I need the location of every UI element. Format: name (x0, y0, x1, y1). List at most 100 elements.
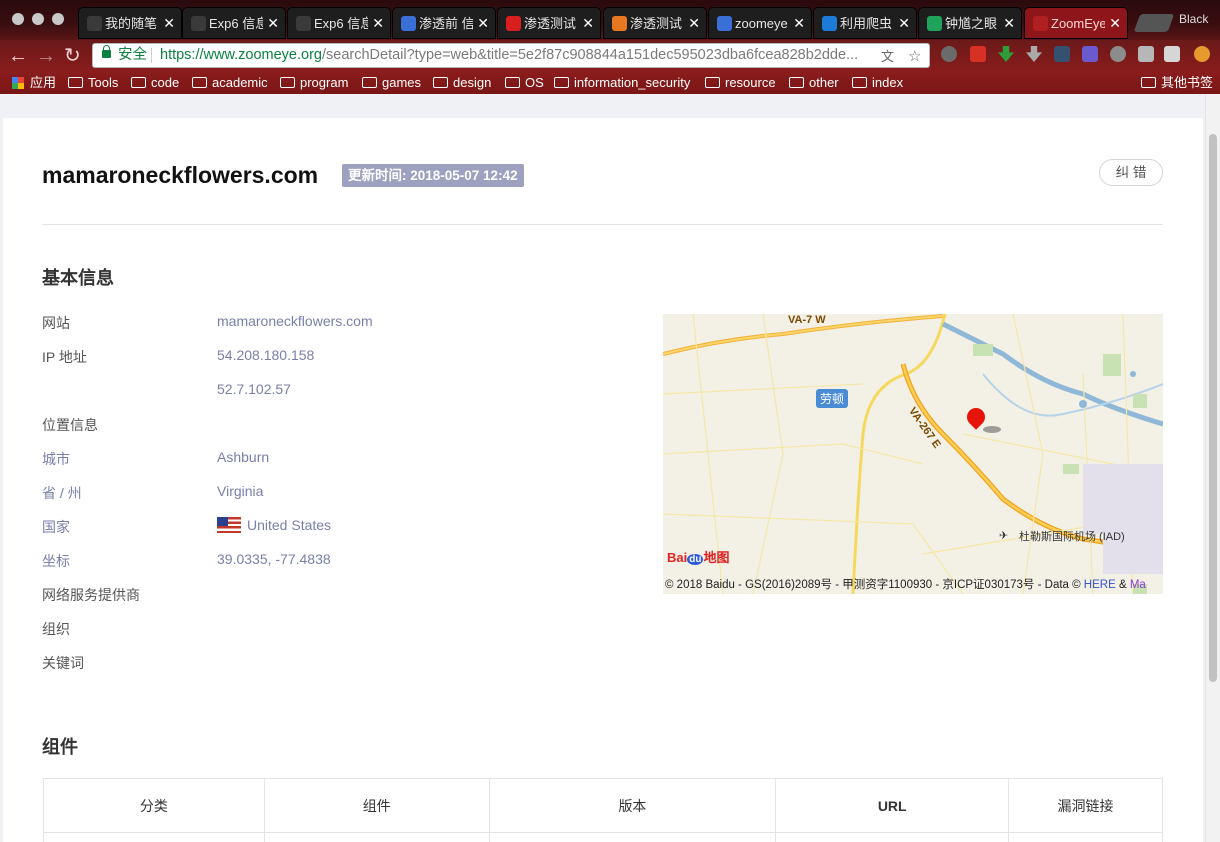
folder-icon (1141, 77, 1156, 88)
bookmark-folder[interactable]: index (852, 74, 903, 92)
isp-label: 网络服务提供商 (42, 587, 140, 603)
column-header-version[interactable]: 版本 (488, 778, 777, 833)
bookmark-folder[interactable]: program (280, 74, 348, 92)
bookmark-folder[interactable]: resource (705, 74, 776, 92)
tab-close-icon[interactable]: ✕ (1109, 8, 1121, 38)
ip-value[interactable]: 52.7.102.57 (217, 381, 291, 397)
new-tab-button[interactable] (1133, 14, 1175, 32)
tab-close-icon[interactable]: ✕ (582, 8, 594, 38)
report-error-button[interactable]: 纠 错 (1099, 159, 1163, 186)
browser-tab[interactable]: Exp6 信息 ✕ (287, 7, 391, 39)
tab-close-icon[interactable]: ✕ (898, 8, 910, 38)
ma-link[interactable]: Ma (1130, 579, 1146, 591)
tab-title: ZoomEye (1051, 16, 1105, 31)
bookmark-folder[interactable]: OS (505, 74, 544, 92)
here-link[interactable]: HERE (1084, 579, 1116, 591)
header-divider (42, 224, 1163, 225)
bookmark-folder[interactable]: academic (192, 74, 268, 92)
extension-orange-icon[interactable] (1194, 46, 1210, 62)
browser-tab[interactable]: 渗透测试 ✕ (603, 7, 707, 39)
bookmark-folder[interactable]: games (362, 74, 421, 92)
bookmark-label: 其他书签 (1161, 75, 1214, 90)
bookmark-other[interactable]: 其他书签 (1141, 74, 1213, 92)
location-map[interactable]: VA-7 W VA-267 E 劳顿 ✈ 杜勒斯国际机场 (IAD) Bai du… (663, 314, 1163, 594)
tab-title: 我的随笔 (105, 16, 158, 31)
browser-tab[interactable]: 钟馗之眼 ✕ (918, 7, 1022, 39)
browser-tab[interactable]: 渗透测试 ✕ (497, 7, 601, 39)
column-header-vuln-link[interactable]: 漏洞链接 (1008, 778, 1163, 833)
bookmark-label: Tools (88, 75, 119, 90)
browser-tab[interactable]: Exp6 信息 ✕ (182, 7, 286, 39)
translate-icon[interactable]: 文 (881, 45, 894, 68)
extension-page-icon[interactable] (1082, 46, 1098, 62)
tab-favicon-icon (927, 16, 942, 31)
extension-circle-icon[interactable] (1110, 46, 1126, 62)
address-bar[interactable]: 安全 https://www.zoomeye.org/searchDetail?… (92, 43, 930, 68)
folder-icon (705, 77, 720, 88)
tab-favicon-icon (717, 16, 732, 31)
baidu-logo-text: Bai (667, 550, 688, 565)
extension-split-icon[interactable] (1164, 46, 1180, 62)
bookmark-label: design (453, 75, 492, 90)
back-arrow-icon[interactable]: ← (8, 44, 28, 68)
browser-tab[interactable]: 渗透前 信 ✕ (392, 7, 496, 39)
bookmark-folder[interactable]: information_security (554, 74, 690, 92)
extension-elephant-icon[interactable] (941, 46, 957, 62)
tab-close-icon[interactable]: ✕ (477, 8, 489, 38)
scrollbar-thumb[interactable] (1209, 134, 1217, 682)
update-time-badge: 更新时间: 2018-05-07 12:42 (342, 164, 524, 187)
state-value[interactable]: Virginia (217, 483, 263, 499)
tab-title: zoomeye (735, 16, 788, 31)
column-header-component[interactable]: 组件 (263, 778, 490, 833)
country-value[interactable]: United States (217, 514, 331, 533)
tab-favicon-icon (612, 16, 627, 31)
window-minimize-dot[interactable] (32, 13, 44, 25)
tab-favicon-icon (401, 16, 416, 31)
column-header-url[interactable]: URL (775, 778, 1010, 833)
organization-label: 组织 (42, 621, 70, 637)
tab-close-icon[interactable]: ✕ (267, 8, 279, 38)
window-close-dot[interactable] (12, 13, 24, 25)
browser-tab[interactable]: ZoomEye ✕ (1024, 7, 1128, 39)
table-cell (488, 832, 777, 842)
window-zoom-dot[interactable] (52, 13, 64, 25)
tab-close-icon[interactable]: ✕ (688, 8, 700, 38)
tab-close-icon[interactable]: ✕ (1003, 8, 1015, 38)
tab-title: 利用爬虫 (840, 16, 893, 31)
ip-value[interactable]: 54.208.180.158 (217, 347, 314, 363)
tab-close-icon[interactable]: ✕ (372, 8, 384, 38)
bookmark-folder[interactable]: code (131, 74, 179, 92)
tab-title: 渗透测试 (524, 16, 577, 31)
browser-tab[interactable]: 利用爬虫 ✕ (813, 7, 917, 39)
reload-icon[interactable]: ↻ (64, 44, 81, 68)
bookmark-label: 应用 (30, 75, 57, 90)
website-value[interactable]: mamaroneckflowers.com (217, 313, 373, 329)
bookmark-apps[interactable]: 应用 (12, 74, 56, 92)
copyright-amp: & (1115, 579, 1130, 591)
folder-icon (131, 77, 146, 88)
browser-tab[interactable]: 我的随笔 ✕ (78, 7, 182, 39)
extension-youtube-icon[interactable] (970, 46, 986, 62)
tab-title: 渗透测试 (630, 16, 683, 31)
tab-close-icon[interactable]: ✕ (163, 8, 175, 38)
tab-favicon-icon (1033, 16, 1048, 31)
column-header-category[interactable]: 分类 (43, 778, 265, 833)
extension-bird-icon[interactable] (1138, 46, 1154, 62)
bookmark-folder[interactable]: Tools (68, 74, 118, 92)
url-text[interactable]: https://www.zoomeye.org/searchDetail?typ… (160, 44, 858, 67)
bookmark-folder[interactable]: design (433, 74, 491, 92)
tab-favicon-icon (822, 16, 837, 31)
keywords-label: 关键词 (42, 655, 84, 671)
tab-favicon-icon (191, 16, 206, 31)
profile-name[interactable]: Black (1179, 12, 1208, 26)
tab-close-icon[interactable]: ✕ (793, 8, 805, 38)
bookmark-star-icon[interactable]: ☆ (908, 45, 921, 68)
tab-favicon-icon (296, 16, 311, 31)
extension-tumblr-icon[interactable] (1054, 46, 1070, 62)
browser-tab[interactable]: zoomeye ✕ (708, 7, 812, 39)
city-value[interactable]: Ashburn (217, 449, 269, 465)
road-label-va7: VA-7 W (788, 314, 826, 326)
bookmark-label: games (382, 75, 422, 90)
bookmark-folder[interactable]: other (789, 74, 839, 92)
forward-arrow-icon[interactable]: → (36, 44, 56, 68)
